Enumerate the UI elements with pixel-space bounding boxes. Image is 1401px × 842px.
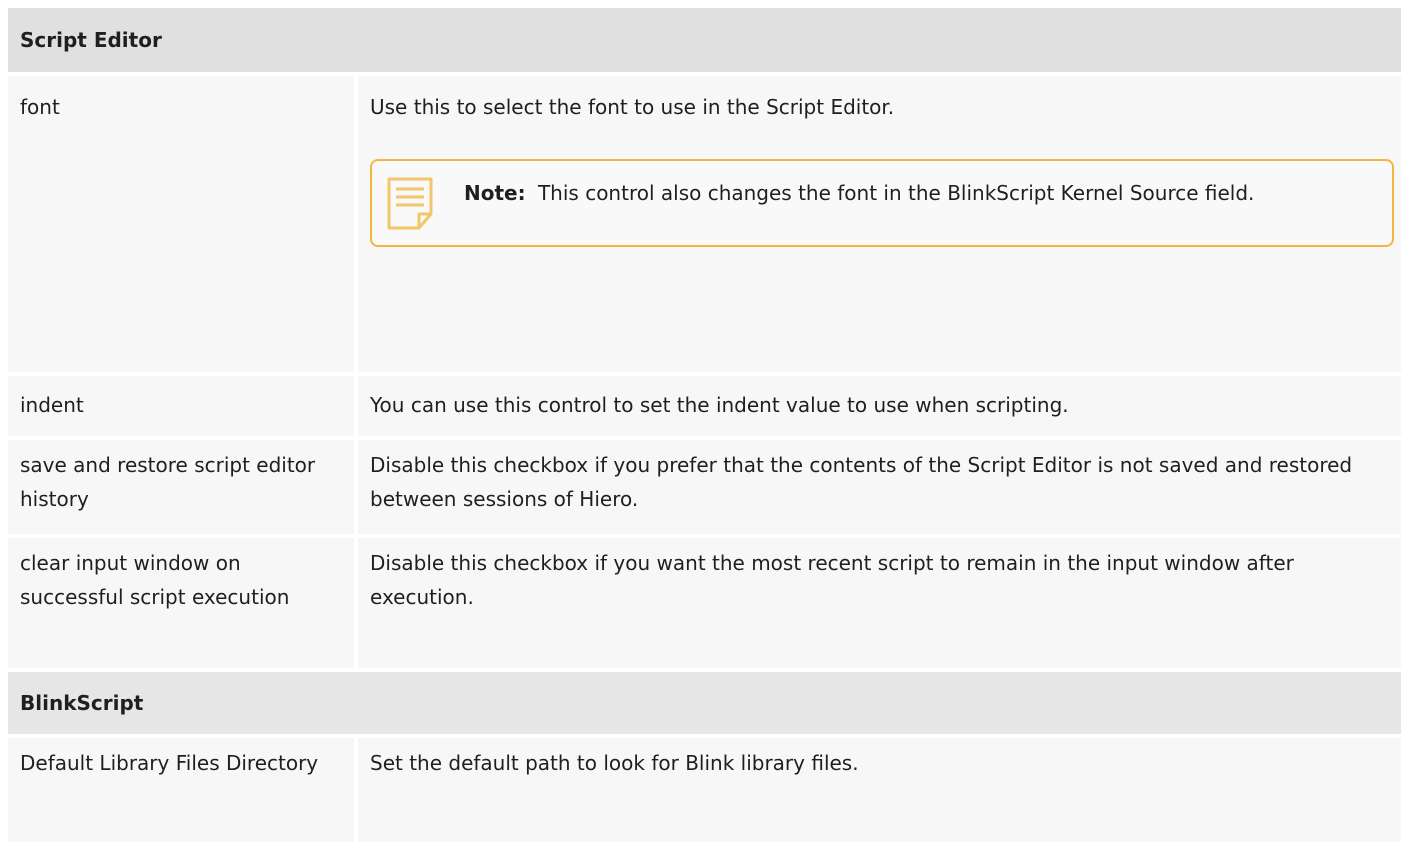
- setting-name: clear input window on successful script …: [20, 551, 290, 609]
- setting-name: save and restore script editor history: [20, 453, 316, 511]
- section-title: BlinkScript: [20, 691, 144, 715]
- setting-description: You can use this control to set the inde…: [354, 376, 1401, 436]
- setting-description-cell: Use this to select the font to use in th…: [354, 76, 1401, 372]
- setting-description: Disable this checkbox if you want the mo…: [354, 538, 1401, 668]
- preferences-table: Script Editor font Use this to select th…: [8, 8, 1401, 842]
- note-text: Note: This control also changes the font…: [464, 175, 1254, 211]
- setting-name: font: [20, 95, 60, 119]
- setting-name: Default Library Files Directory: [20, 751, 319, 775]
- table-row-font: font Use this to select the font to use …: [8, 76, 1401, 372]
- section-title: Script Editor: [20, 28, 162, 52]
- setting-description: Use this to select the font to use in th…: [370, 95, 895, 119]
- note-icon: [386, 176, 436, 232]
- table-row-indent: indent You can use this control to set t…: [8, 376, 1401, 436]
- note-label: Note:: [464, 181, 526, 205]
- setting-description: Disable this checkbox if you prefer that…: [354, 440, 1401, 534]
- note-body: This control also changes the font in th…: [537, 181, 1255, 205]
- note-box: Note: This control also changes the font…: [370, 159, 1394, 247]
- setting-name: indent: [20, 393, 84, 417]
- table-row-save-restore-history: save and restore script editor history D…: [8, 440, 1401, 534]
- section-header-blinkscript: BlinkScript: [8, 672, 1401, 734]
- setting-description: Set the default path to look for Blink l…: [354, 738, 1401, 842]
- table-row-clear-input-window: clear input window on successful script …: [8, 538, 1401, 668]
- section-header-script-editor: Script Editor: [8, 8, 1401, 72]
- table-row-default-library-dir: Default Library Files Directory Set the …: [8, 738, 1401, 842]
